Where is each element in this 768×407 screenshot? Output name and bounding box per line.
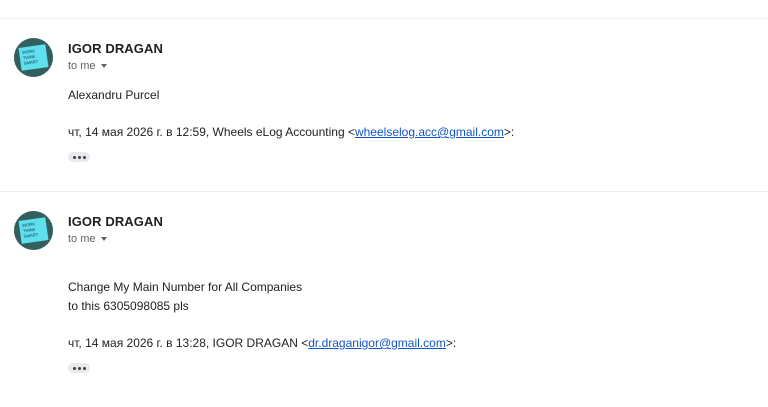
avatar[interactable]: WORK THINK SMART xyxy=(14,211,53,250)
more-horiz-icon-dot xyxy=(82,155,86,159)
quote-email-link[interactable]: wheelselog.acc@gmail.com xyxy=(355,125,504,139)
sender-name[interactable]: IGOR DRAGAN xyxy=(68,41,163,56)
avatar-image: WORK THINK SMART xyxy=(14,38,53,77)
recipient-label: to me xyxy=(68,233,96,245)
recipient-dropdown[interactable]: to me xyxy=(68,60,107,72)
avatar[interactable]: WORK THINK SMART xyxy=(14,38,53,77)
recipient-dropdown[interactable]: to me xyxy=(68,233,107,245)
message-body-line: Change My Main Number for All Companies xyxy=(68,280,303,294)
recipient-label: to me xyxy=(68,60,96,72)
more-horiz-icon-dot xyxy=(77,155,81,159)
divider-between-messages xyxy=(0,191,768,192)
divider-top xyxy=(0,18,768,19)
quote-header-prefix: чт, 14 мая 2026 г. в 12:59, Wheels eLog … xyxy=(68,125,355,139)
more-horiz-icon-dot xyxy=(77,366,81,370)
caret-down-icon[interactable] xyxy=(100,237,107,241)
quote-email-link[interactable]: dr.draganigor@gmail.com xyxy=(308,336,446,350)
quote-header-suffix: >: xyxy=(445,336,457,350)
more-horiz-icon-dot xyxy=(82,366,86,370)
quote-header-suffix: >: xyxy=(503,125,515,139)
message-body-line: Alexandru Purcel xyxy=(68,88,160,102)
avatar-image: WORK THINK SMART xyxy=(14,211,53,250)
quote-header: чт, 14 мая 2026 г. в 13:28, IGOR DRAGAN … xyxy=(68,336,456,350)
caret-down-icon[interactable] xyxy=(100,64,107,68)
quote-header-prefix: чт, 14 мая 2026 г. в 13:28, IGOR DRAGAN … xyxy=(68,336,309,350)
message-body-line: to this 6305098085 pls xyxy=(68,299,189,313)
sender-name[interactable]: IGOR DRAGAN xyxy=(68,214,163,229)
more-horiz-icon xyxy=(72,366,76,370)
show-trimmed-content-button[interactable] xyxy=(68,363,90,373)
show-trimmed-content-button[interactable] xyxy=(68,152,90,162)
quote-header: чт, 14 мая 2026 г. в 12:59, Wheels eLog … xyxy=(68,125,514,139)
more-horiz-icon xyxy=(72,155,76,159)
